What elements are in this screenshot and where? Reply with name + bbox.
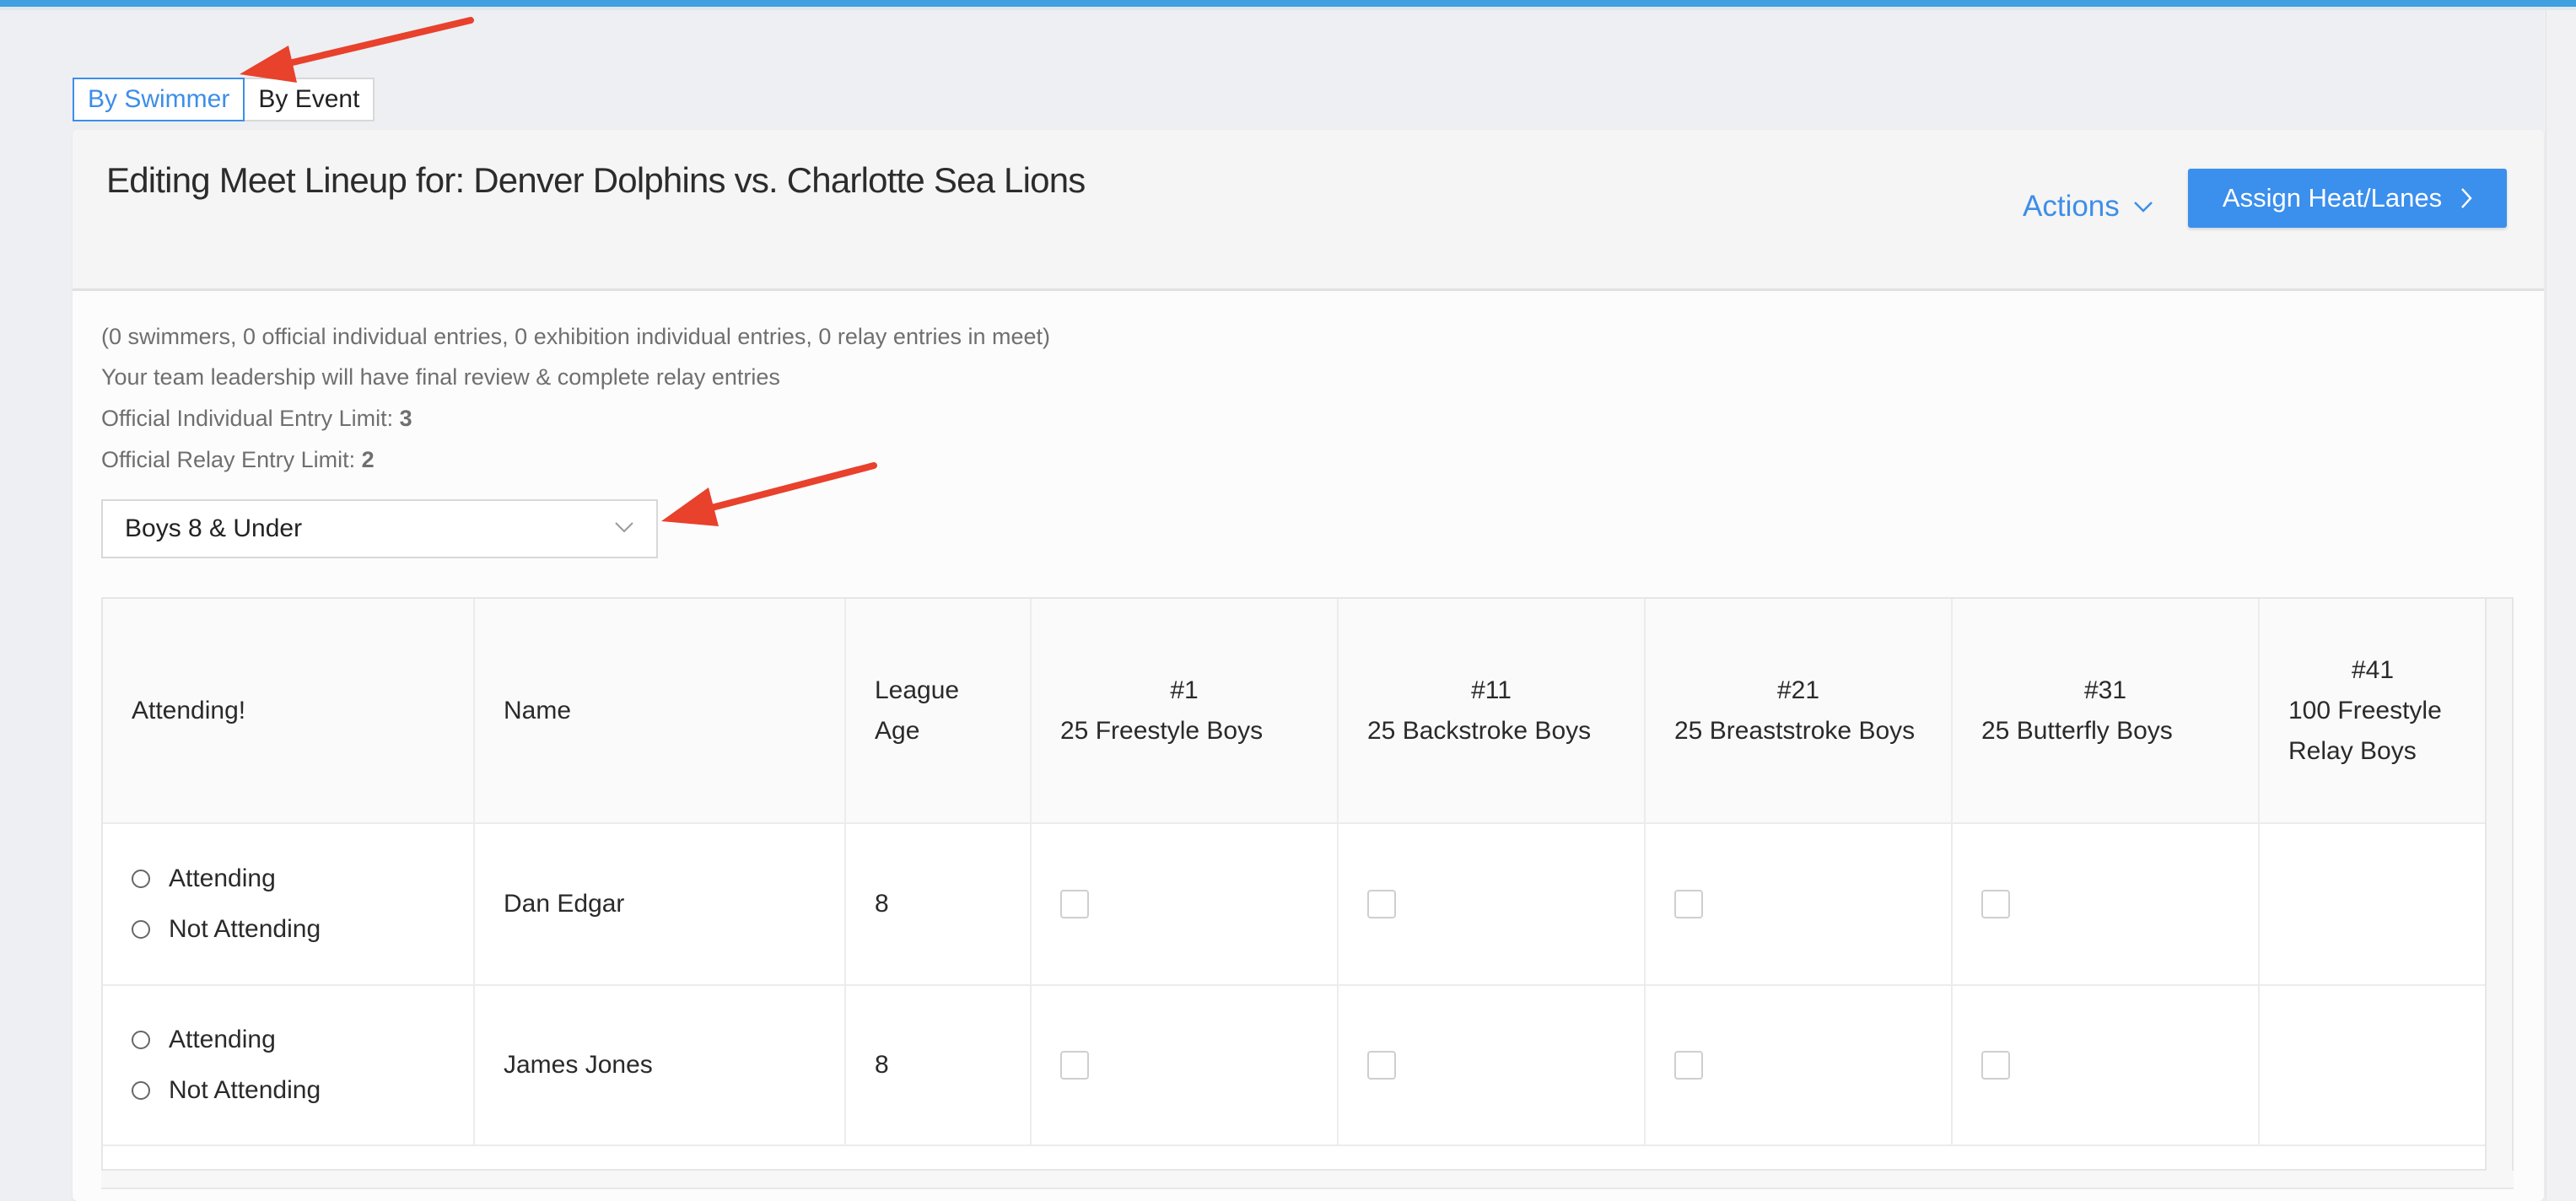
meet-summary: (0 swimmers, 0 official individual entri… xyxy=(101,324,1051,349)
not-attending-label: Not Attending xyxy=(169,915,321,943)
event-number: #21 xyxy=(1776,676,1820,704)
col-header-event-41: #41 100 Freestyle Relay Boys xyxy=(2259,599,2487,824)
event-number: #41 xyxy=(2351,655,2395,684)
event-21-checkbox[interactable] xyxy=(1674,1051,1703,1080)
event-11-checkbox[interactable] xyxy=(1367,1051,1396,1080)
event-cell xyxy=(1338,823,1646,986)
col-header-name: Name xyxy=(474,599,846,824)
chevron-down-icon xyxy=(2133,202,2153,213)
arrow-to-by-swimmer-icon xyxy=(240,17,474,83)
table-scrollbar[interactable] xyxy=(2485,599,2512,1171)
event-1-checkbox[interactable] xyxy=(1060,890,1089,918)
event-cell xyxy=(1952,985,2260,1146)
relay-limit-label: Official Relay Entry Limit: xyxy=(101,447,356,472)
top-accent-bar xyxy=(0,0,2576,7)
event-31-checkbox[interactable] xyxy=(1981,890,2010,918)
radio-icon xyxy=(132,920,150,939)
individual-limit-value: 3 xyxy=(399,406,412,431)
event-number: #11 xyxy=(1471,676,1512,704)
leadership-note: Your team leadership will have final rev… xyxy=(101,364,780,390)
table-footer-strip xyxy=(101,1171,2514,1189)
age-group-select[interactable]: Boys 8 & Under xyxy=(101,499,658,558)
swimmer-name: James Jones xyxy=(474,985,846,1146)
attending-radio[interactable]: Attending xyxy=(132,854,445,904)
relay-cell xyxy=(2259,985,2487,1146)
page-scrollbar[interactable] xyxy=(2546,10,2576,1201)
col-header-league-age: League Age xyxy=(845,599,1032,824)
not-attending-radio[interactable]: Not Attending xyxy=(132,904,445,955)
league-age: 8 xyxy=(845,823,1032,986)
col-header-event-11: #11 25 Backstroke Boys xyxy=(1338,599,1646,824)
event-name: 25 Freestyle Boys xyxy=(1060,716,1264,745)
not-attending-label: Not Attending xyxy=(169,1076,321,1104)
assign-heat-lanes-button[interactable]: Assign Heat/Lanes xyxy=(2188,169,2507,228)
relay-limit-value: 2 xyxy=(361,447,375,472)
chevron-right-icon xyxy=(2461,188,2472,208)
event-cell xyxy=(1645,823,1953,986)
event-number: #31 xyxy=(2083,676,2127,704)
not-attending-radio[interactable]: Not Attending xyxy=(132,1065,445,1116)
league-age-line2: Age xyxy=(875,716,920,745)
col-header-attending: Attending! xyxy=(103,599,475,824)
relay-cell xyxy=(2259,823,2487,986)
radio-icon xyxy=(132,1031,150,1049)
radio-icon xyxy=(132,1081,150,1100)
event-cell xyxy=(1031,823,1339,986)
table-row: Attending Not Attending James Jones 8 xyxy=(103,985,2487,1146)
assign-heat-lanes-label: Assign Heat/Lanes xyxy=(2222,183,2443,213)
col-header-event-21: #21 25 Breaststroke Boys xyxy=(1645,599,1953,824)
individual-limit-label: Official Individual Entry Limit: xyxy=(101,406,394,431)
attending-cell: Attending Not Attending xyxy=(103,985,475,1146)
swimmer-name: Dan Edgar xyxy=(474,823,846,986)
actions-dropdown[interactable]: Actions xyxy=(2023,186,2153,228)
event-cell xyxy=(1031,985,1339,1146)
panel-header: Editing Meet Lineup for: Denver Dolphins… xyxy=(73,130,2544,291)
attending-cell: Attending Not Attending xyxy=(103,823,475,986)
by-swimmer-tab[interactable]: By Swimmer xyxy=(73,78,245,121)
event-name: 25 Butterfly Boys xyxy=(1981,716,2173,745)
page-title: Editing Meet Lineup for: Denver Dolphins… xyxy=(106,160,1086,200)
view-toggle: By Swimmer By Event xyxy=(73,78,375,121)
event-11-checkbox[interactable] xyxy=(1367,890,1396,918)
event-number: #1 xyxy=(1170,676,1199,704)
lineup-table: Attending! Name League Age #1 25 Freesty… xyxy=(101,597,2514,1171)
col-header-event-1: #1 25 Freestyle Boys xyxy=(1031,599,1339,824)
attending-radio[interactable]: Attending xyxy=(132,1015,445,1065)
top-accent-shadow xyxy=(0,7,2576,10)
age-group-selected: Boys 8 & Under xyxy=(125,514,303,542)
event-1-checkbox[interactable] xyxy=(1060,1051,1089,1080)
event-31-checkbox[interactable] xyxy=(1981,1051,2010,1080)
table-row: Attending Not Attending Dan Edgar 8 xyxy=(103,823,2487,986)
event-cell xyxy=(1338,985,1646,1146)
event-cell xyxy=(1952,823,2260,986)
relay-entry-limit: Official Relay Entry Limit: 2 xyxy=(101,447,375,473)
lineup-panel: Editing Meet Lineup for: Denver Dolphins… xyxy=(73,130,2544,1201)
col-header-event-31: #31 25 Butterfly Boys xyxy=(1952,599,2260,824)
league-age-line1: League xyxy=(875,676,960,704)
by-event-tab[interactable]: By Event xyxy=(243,78,375,121)
actions-label: Actions xyxy=(2023,190,2120,223)
table-header-row: Attending! Name League Age #1 25 Freesty… xyxy=(103,599,2487,824)
event-21-checkbox[interactable] xyxy=(1674,890,1703,918)
league-age: 8 xyxy=(845,985,1032,1146)
event-cell xyxy=(1645,985,1953,1146)
chevron-down-icon xyxy=(615,522,633,533)
event-name: 25 Backstroke Boys xyxy=(1367,716,1592,745)
event-name: 100 Freestyle Relay Boys xyxy=(2288,696,2442,765)
radio-icon xyxy=(132,870,150,888)
attending-label: Attending xyxy=(169,864,276,892)
individual-entry-limit: Official Individual Entry Limit: 3 xyxy=(101,406,412,432)
attending-label: Attending xyxy=(169,1026,276,1053)
event-name: 25 Breaststroke Boys xyxy=(1674,716,1916,745)
